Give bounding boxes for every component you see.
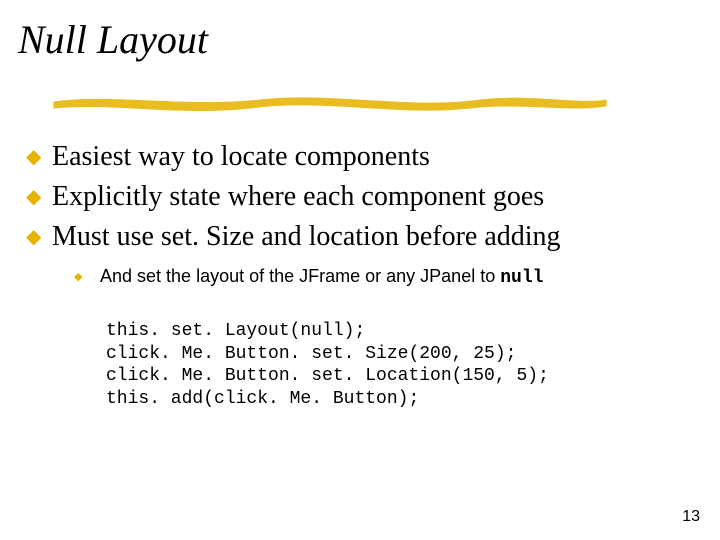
sub-bullet-text: And set the layout of the JFrame or any … (100, 266, 500, 286)
bullet-text: Must use set. Size and location before a… (52, 221, 561, 252)
sub-bullet-item: ◆And set the layout of the JFrame or any… (92, 265, 668, 290)
code-line: click. Me. Button. set. Location(150, 5)… (106, 366, 549, 386)
bullet-item: ◆Must use set. Size and location before … (48, 218, 668, 256)
slide-title: Null Layout (18, 18, 208, 62)
bullet-list: ◆Easiest way to locate components ◆Expli… (48, 138, 668, 291)
page-number: 13 (682, 508, 700, 526)
title-underline (50, 88, 610, 114)
bullet-item: ◆Easiest way to locate components (48, 138, 668, 176)
slide: Null Layout ◆Easiest way to locate compo… (0, 0, 720, 540)
bullet-text: Easiest way to locate components (52, 141, 430, 172)
bullet-item: ◆Explicitly state where each component g… (48, 178, 668, 216)
inline-code: null (500, 268, 543, 288)
code-line: this. set. Layout(null); (106, 321, 365, 341)
bullet-text: Explicitly state where each component go… (52, 181, 544, 212)
code-line: this. add(click. Me. Button); (106, 389, 419, 409)
code-block: this. set. Layout(null); click. Me. Butt… (106, 320, 549, 410)
code-line: click. Me. Button. set. Size(200, 25); (106, 344, 516, 364)
